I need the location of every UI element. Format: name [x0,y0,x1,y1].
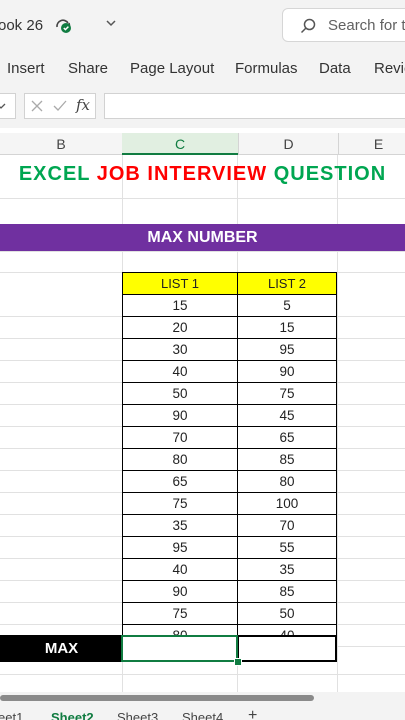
fill-handle[interactable] [234,658,242,666]
horizontal-scrollbar[interactable] [0,692,405,704]
list1-cell[interactable]: 90 [122,405,238,427]
insert-function-button[interactable]: fx [76,96,90,114]
column-header-b[interactable]: B [0,133,122,155]
title-part-question: QUESTION [273,163,387,185]
workbook-title[interactable]: ook 26 [0,17,43,34]
list1-cell[interactable]: 70 [122,427,238,449]
list1-cell[interactable]: 20 [122,317,238,339]
tab-review[interactable]: Revie [374,60,405,77]
chevron-down-icon[interactable] [0,100,7,112]
list2-cell[interactable]: 85 [237,449,337,471]
list2-cell[interactable]: 50 [237,603,337,625]
sheet-tab-1[interactable]: eet1 [0,710,23,720]
title-part-excel: EXCEL [18,163,91,185]
list1-cell[interactable]: 40 [122,361,238,383]
list1-cell[interactable]: 65 [122,471,238,493]
list2-cell[interactable]: 90 [237,361,337,383]
list1-cell[interactable]: 35 [122,515,238,537]
scrollbar-thumb[interactable] [0,695,314,701]
max-list1-cell-selected[interactable] [121,635,238,662]
enter-check-icon[interactable] [52,99,68,113]
ribbon-tabs: Insert Share Page Layout Formulas Data R… [0,52,405,88]
list1-cell[interactable]: 75 [122,603,238,625]
list1-cell[interactable]: 80 [122,449,238,471]
autosave-sync-icon[interactable] [53,15,73,35]
formula-actions: fx [24,93,96,119]
gridline [0,251,405,252]
list1-cell[interactable]: 75 [122,493,238,515]
list1-cell[interactable]: 95 [122,537,238,559]
formula-input[interactable] [104,93,405,119]
sheet-tab-2[interactable]: Sheet2 [51,710,94,720]
max-label[interactable]: MAX [0,635,123,662]
gridline [0,674,405,675]
add-sheet-button[interactable]: + [248,707,257,720]
chevron-down-icon[interactable] [104,16,118,30]
search-placeholder: Search for to [328,17,405,34]
list2-cell[interactable]: 95 [237,339,337,361]
list2-cell[interactable]: 85 [237,581,337,603]
search-icon [300,18,316,34]
title-bar: ook 26 Search for to [0,0,405,52]
list1-cell[interactable]: 90 [122,581,238,603]
column-headers: B C D E [0,133,405,155]
list1-cell[interactable]: 50 [122,383,238,405]
max-list2-cell[interactable] [237,635,337,662]
title-part-job-interview: JOB INTERVIEW [96,163,268,185]
list2-cell[interactable]: 15 [237,317,337,339]
formula-bar: fx [0,88,405,128]
list2-cell[interactable]: 5 [237,295,337,317]
search-box[interactable]: Search for to [282,8,405,42]
cancel-icon[interactable] [30,99,44,113]
sheet-title: EXCEL JOB INTERVIEW QUESTION [0,163,405,186]
sheet-tabs: eet1 Sheet2 Sheet3 Sheet4 + [0,704,405,720]
column-header-c[interactable]: C [122,133,238,155]
list2-cell[interactable]: 100 [237,493,337,515]
list2-cell[interactable]: 35 [237,559,337,581]
list1-cell[interactable]: 15 [122,295,238,317]
list1-cell[interactable]: 40 [122,559,238,581]
name-box[interactable] [0,93,16,119]
worksheet-grid[interactable]: EXCEL JOB INTERVIEW QUESTION MAX NUMBER … [0,155,405,692]
list2-cell[interactable]: 55 [237,537,337,559]
list2-cell[interactable]: 80 [237,471,337,493]
tab-data[interactable]: Data [319,60,351,77]
list2-cell[interactable]: 45 [237,405,337,427]
column-header-e[interactable]: E [338,133,405,155]
list1-header[interactable]: LIST 1 [122,272,238,295]
list2-cell[interactable]: 70 [237,515,337,537]
list1-cell[interactable]: 30 [122,339,238,361]
max-number-banner: MAX NUMBER [0,224,405,251]
sheet-tab-4[interactable]: Sheet4 [182,710,223,720]
list2-header[interactable]: LIST 2 [237,272,337,295]
tab-insert[interactable]: Insert [7,60,45,77]
tab-share[interactable]: Share [68,60,108,77]
column-header-d[interactable]: D [238,133,338,155]
list2-cell[interactable]: 65 [237,427,337,449]
gridline [0,198,405,199]
tab-formulas[interactable]: Formulas [235,60,298,77]
tab-page-layout[interactable]: Page Layout [130,60,214,77]
sheet-tab-3[interactable]: Sheet3 [117,710,158,720]
list2-cell[interactable]: 75 [237,383,337,405]
